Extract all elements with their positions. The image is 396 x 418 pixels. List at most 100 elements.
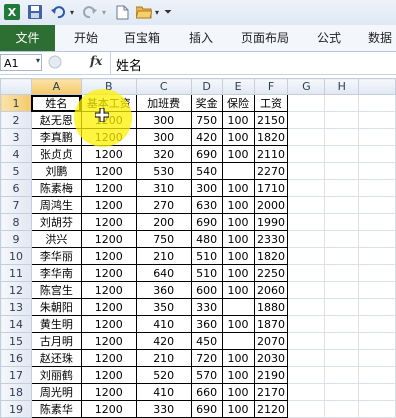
table-cell-b[interactable]: 1200 <box>80 366 137 384</box>
header-cell-b[interactable]: 基本工资 <box>80 94 137 112</box>
row-header[interactable]: 6 <box>0 179 32 197</box>
redo-dropdown-icon[interactable]: ▾ <box>100 3 108 21</box>
table-cell-a[interactable]: 刘胡芬 <box>30 213 82 231</box>
table-cell-e[interactable]: 100 <box>221 383 255 401</box>
empty-cell[interactable] <box>287 332 326 350</box>
empty-cell[interactable] <box>358 179 396 197</box>
table-cell-f[interactable]: 1820 <box>253 247 289 265</box>
table-cell-d[interactable]: 300 <box>190 179 223 197</box>
redo-icon[interactable] <box>82 3 98 21</box>
table-cell-e[interactable] <box>221 298 255 316</box>
empty-cell[interactable] <box>324 145 360 163</box>
tab-page-layout[interactable]: 页面布局 <box>233 25 297 51</box>
table-cell-c[interactable]: 410 <box>135 383 192 401</box>
table-cell-b[interactable]: 1200 <box>80 213 137 231</box>
empty-cell[interactable] <box>324 162 360 180</box>
table-cell-a[interactable]: 陈宫生 <box>30 281 82 299</box>
table-cell-d[interactable]: 750 <box>190 111 223 129</box>
undo-dropdown-icon[interactable]: ▾ <box>68 3 76 21</box>
empty-cell[interactable] <box>287 230 326 248</box>
row-header[interactable]: 12 <box>0 281 32 299</box>
table-cell-e[interactable]: 100 <box>221 128 255 146</box>
table-cell-e[interactable]: 100 <box>221 179 255 197</box>
table-cell-e[interactable]: 100 <box>221 230 255 248</box>
undo-icon[interactable] <box>50 3 66 21</box>
table-cell-e[interactable]: 100 <box>221 315 255 333</box>
table-cell-c[interactable]: 300 <box>135 128 192 146</box>
table-cell-f[interactable]: 2190 <box>253 366 289 384</box>
row-header[interactable]: 14 <box>0 315 32 333</box>
empty-cell[interactable] <box>358 145 396 163</box>
row-header[interactable]: 3 <box>0 128 32 146</box>
table-cell-f[interactable]: 1880 <box>253 298 289 316</box>
row-header[interactable]: 1 <box>0 94 32 112</box>
row-header[interactable]: 2 <box>0 111 32 129</box>
table-cell-e[interactable] <box>221 162 255 180</box>
empty-cell[interactable] <box>287 298 326 316</box>
empty-cell[interactable] <box>287 179 326 197</box>
empty-cell[interactable] <box>324 400 360 418</box>
empty-cell[interactable] <box>287 400 326 418</box>
empty-cell[interactable] <box>358 383 396 401</box>
table-cell-d[interactable]: 570 <box>190 366 223 384</box>
table-cell-e[interactable]: 100 <box>221 366 255 384</box>
table-cell-b[interactable]: 1200 <box>80 162 137 180</box>
table-cell-d[interactable]: 330 <box>190 298 223 316</box>
empty-cell[interactable] <box>287 383 326 401</box>
table-cell-a[interactable]: 李华丽 <box>30 247 82 265</box>
table-cell-b[interactable]: 1200 <box>80 383 137 401</box>
table-cell-f[interactable]: 2060 <box>253 281 289 299</box>
row-header[interactable]: 9 <box>0 230 32 248</box>
empty-cell[interactable] <box>324 349 360 367</box>
table-cell-c[interactable]: 300 <box>135 111 192 129</box>
empty-cell[interactable] <box>324 281 360 299</box>
table-cell-b[interactable]: 1200 <box>80 247 137 265</box>
table-cell-c[interactable]: 210 <box>135 349 192 367</box>
empty-cell[interactable] <box>287 213 326 231</box>
table-cell-f[interactable]: 2030 <box>253 349 289 367</box>
empty-cell[interactable] <box>358 213 396 231</box>
table-cell-c[interactable]: 750 <box>135 230 192 248</box>
table-cell-a[interactable]: 张贞贞 <box>30 145 82 163</box>
empty-cell[interactable] <box>358 230 396 248</box>
table-cell-c[interactable]: 350 <box>135 298 192 316</box>
tab-file[interactable]: 文件 <box>0 25 55 51</box>
table-cell-d[interactable]: 690 <box>190 213 223 231</box>
empty-cell[interactable] <box>287 145 326 163</box>
table-cell-e[interactable]: 100 <box>221 196 255 214</box>
row-header[interactable]: 11 <box>0 264 32 282</box>
table-cell-e[interactable]: 100 <box>221 400 255 418</box>
table-cell-d[interactable]: 660 <box>190 383 223 401</box>
row-header[interactable]: 5 <box>0 162 32 180</box>
empty-cell[interactable] <box>358 111 396 129</box>
empty-cell[interactable] <box>358 315 396 333</box>
table-cell-c[interactable]: 330 <box>135 400 192 418</box>
table-cell-a[interactable]: 周鸿生 <box>30 196 82 214</box>
table-cell-b[interactable]: 1200 <box>80 230 137 248</box>
empty-cell[interactable] <box>287 315 326 333</box>
empty-cell[interactable] <box>358 162 396 180</box>
table-cell-a[interactable]: 赵无恩 <box>30 111 82 129</box>
table-cell-a[interactable]: 李华南 <box>30 264 82 282</box>
empty-cell[interactable] <box>324 264 360 282</box>
row-header[interactable]: 13 <box>0 298 32 316</box>
table-cell-c[interactable]: 410 <box>135 315 192 333</box>
column-header-d[interactable]: D <box>190 78 223 95</box>
empty-cell[interactable] <box>287 111 326 129</box>
empty-cell[interactable] <box>287 264 326 282</box>
empty-cell[interactable] <box>287 162 326 180</box>
row-header[interactable]: 8 <box>0 213 32 231</box>
row-header[interactable]: 19 <box>0 400 32 418</box>
table-cell-e[interactable]: 100 <box>221 111 255 129</box>
table-cell-b[interactable]: 1200 <box>80 179 137 197</box>
table-cell-b[interactable]: 1200 <box>80 315 137 333</box>
table-cell-a[interactable]: 黄生明 <box>30 315 82 333</box>
table-cell-f[interactable]: 2150 <box>253 111 289 129</box>
empty-cell[interactable] <box>358 281 396 299</box>
table-cell-c[interactable]: 320 <box>135 145 192 163</box>
table-cell-c[interactable]: 310 <box>135 179 192 197</box>
header-cell-a[interactable]: 姓名 <box>30 94 82 112</box>
table-cell-d[interactable]: 510 <box>190 264 223 282</box>
table-cell-c[interactable]: 360 <box>135 281 192 299</box>
table-cell-d[interactable]: 450 <box>190 332 223 350</box>
